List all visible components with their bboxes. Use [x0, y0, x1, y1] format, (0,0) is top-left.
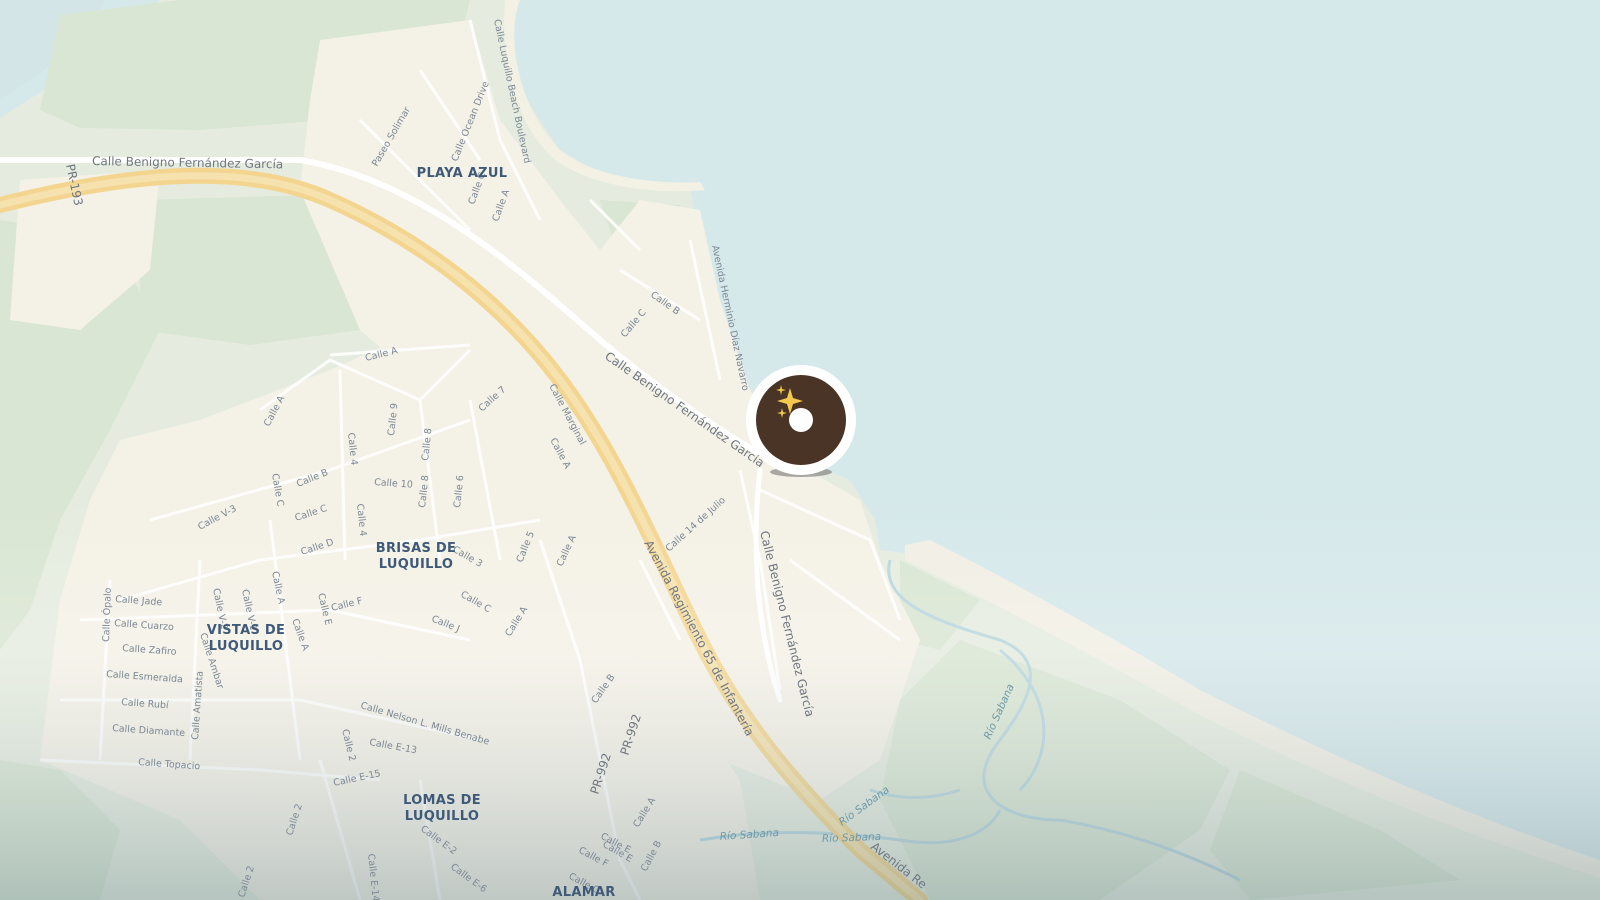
street-label: Calle Ópalo	[100, 587, 114, 642]
neighborhood-vistas: LUQUILLO	[209, 639, 283, 654]
neighborhood-alamar: ALAMAR	[552, 885, 615, 900]
neighborhood-brisas: BRISAS DE	[376, 541, 456, 556]
neighborhood-brisas: LUQUILLO	[379, 557, 453, 572]
pin-center-dot	[789, 408, 813, 432]
river-label: Río Sabana	[822, 831, 882, 845]
neighborhood-lomas: LOMAS DE	[403, 793, 481, 808]
neighborhood-vistas: VISTAS DE	[207, 623, 285, 638]
neighborhood-lomas: LUQUILLO	[405, 809, 479, 824]
map-canvas[interactable]: Calle Benigno Fernández García PR-193 Ca…	[0, 0, 1600, 900]
neighborhood-playa-azul: PLAYA AZUL	[417, 166, 508, 181]
